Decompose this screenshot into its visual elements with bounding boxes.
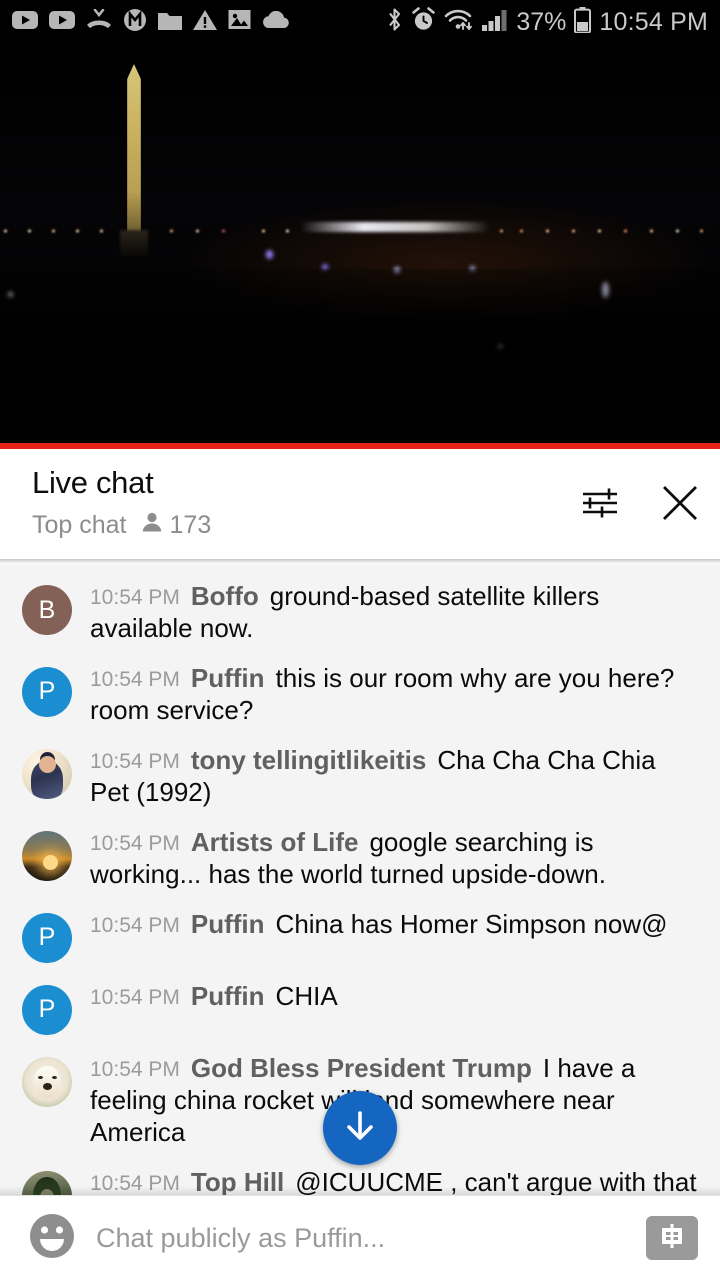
chat-message-body: 10:54 PM Top Hill @ICUUCME , can't argue w… bbox=[72, 1167, 700, 1196]
chat-header-actions bbox=[578, 465, 702, 527]
avatar[interactable]: P bbox=[22, 984, 72, 1035]
wifi-icon bbox=[444, 8, 474, 37]
chat-message[interactable]: P 10:54 PM Puffin China has Homer Simpson … bbox=[0, 900, 720, 972]
page-title: Live chat bbox=[32, 465, 154, 500]
message-timestamp: 10:54 PM bbox=[90, 1171, 180, 1195]
cloud-icon bbox=[262, 10, 290, 34]
close-icon bbox=[659, 482, 701, 529]
chat-message-body: 10:54 PM Puffin China has Homer Simpson no… bbox=[72, 909, 700, 941]
message-timestamp: 10:54 PM bbox=[90, 667, 180, 691]
chat-input[interactable] bbox=[78, 1222, 646, 1254]
avatar[interactable] bbox=[22, 830, 72, 881]
missed-call-icon bbox=[86, 8, 112, 36]
light-point bbox=[266, 250, 273, 259]
status-bar: 37% 10:54 PM bbox=[0, 0, 720, 44]
close-chat-button[interactable] bbox=[658, 483, 702, 527]
image-icon bbox=[228, 9, 251, 35]
washington-monument bbox=[127, 64, 141, 234]
battery-percent-label: 37% bbox=[516, 7, 567, 36]
arrow-down-icon bbox=[338, 1104, 382, 1153]
chat-message-body: 10:54 PM tony tellingitlikeitis Cha Cha Ch… bbox=[72, 745, 700, 809]
message-author[interactable]: Puffin bbox=[191, 663, 265, 693]
message-author[interactable]: Puffin bbox=[191, 981, 265, 1011]
sliders-icon bbox=[579, 482, 621, 529]
avatar[interactable] bbox=[22, 1170, 72, 1196]
message-text: CHIA bbox=[275, 980, 338, 1011]
viewer-count: 173 bbox=[141, 511, 212, 540]
signal-icon bbox=[482, 8, 508, 36]
chat-message[interactable]: P 10:54 PM Puffin CHIA bbox=[0, 972, 720, 1044]
battery-icon bbox=[574, 6, 592, 38]
message-timestamp: 10:54 PM bbox=[90, 985, 180, 1009]
message-timestamp: 10:54 PM bbox=[90, 749, 180, 773]
message-timestamp: 10:54 PM bbox=[90, 586, 180, 609]
avatar[interactable] bbox=[22, 748, 72, 799]
phone-screen: 37% 10:54 PM Live chat Top chat 173 B 10… bbox=[0, 0, 720, 1280]
emoji-button[interactable] bbox=[26, 1212, 78, 1264]
message-author[interactable]: Artists of Life bbox=[191, 827, 359, 857]
bluetooth-icon bbox=[386, 7, 403, 37]
scroll-to-bottom-button[interactable] bbox=[323, 1091, 397, 1165]
chat-composer bbox=[0, 1195, 720, 1280]
video-player[interactable] bbox=[0, 44, 720, 449]
folder-icon bbox=[158, 10, 182, 35]
message-timestamp: 10:54 PM bbox=[90, 831, 180, 855]
youtube-icon bbox=[12, 10, 38, 35]
message-timestamp: 10:54 PM bbox=[90, 1057, 180, 1081]
dollar-bill-icon bbox=[655, 1221, 689, 1256]
avatar-initial: P bbox=[38, 923, 56, 952]
chat-message[interactable]: 10:54 PM tony tellingitlikeitis Cha Cha Ch… bbox=[0, 736, 720, 818]
avatar[interactable]: P bbox=[22, 666, 72, 717]
chat-settings-button[interactable] bbox=[578, 483, 622, 527]
chat-message-body: 10:54 PM Artists of Life google searching … bbox=[72, 827, 700, 891]
person-icon bbox=[141, 511, 163, 540]
chat-message-body: 10:54 PM Puffin this is our room why are y… bbox=[72, 663, 700, 727]
avatar-initial: P bbox=[38, 995, 56, 1024]
avatar-initial: B bbox=[38, 595, 56, 624]
clock-label: 10:54 PM bbox=[599, 7, 708, 36]
emoji-smiley-icon bbox=[27, 1211, 77, 1266]
alarm-icon bbox=[411, 7, 436, 37]
avatar-initial: P bbox=[38, 677, 56, 706]
chat-header-subtitle: Top chat 173 bbox=[32, 511, 578, 540]
distant-city-lights bbox=[300, 222, 490, 232]
viewer-count-label: 173 bbox=[169, 511, 212, 539]
message-author[interactable]: tony tellingitlikeitis bbox=[191, 745, 426, 775]
message-timestamp: 10:54 PM bbox=[90, 913, 180, 937]
status-bar-system-icons: 37% 10:54 PM bbox=[386, 6, 708, 38]
status-bar-notification-icons bbox=[12, 8, 290, 37]
superchat-button[interactable] bbox=[646, 1216, 698, 1260]
avatar[interactable]: P bbox=[22, 912, 72, 963]
warning-triangle-icon bbox=[193, 9, 217, 36]
message-author[interactable]: Boffo bbox=[191, 581, 259, 611]
avatar[interactable]: B bbox=[22, 585, 72, 635]
message-author[interactable]: Puffin bbox=[191, 909, 265, 939]
youtube-icon bbox=[49, 10, 75, 35]
message-text: @ICUUCME , can't argue with that bbox=[295, 1166, 697, 1196]
foreground-shadow bbox=[0, 269, 720, 449]
chat-mode-label[interactable]: Top chat bbox=[32, 511, 127, 540]
chat-message-body: 10:54 PM Boffo ground-based satellite kill… bbox=[72, 581, 700, 645]
chat-message[interactable]: P 10:54 PM Puffin this is our room why are… bbox=[0, 654, 720, 736]
circled-m-icon bbox=[123, 8, 147, 37]
message-author[interactable]: God Bless President Trump bbox=[191, 1053, 532, 1083]
chat-message-body: 10:54 PM Puffin CHIA bbox=[72, 981, 700, 1013]
message-text: China has Homer Simpson now@ bbox=[275, 908, 668, 939]
live-chat-header: Live chat Top chat 173 bbox=[0, 449, 720, 564]
avatar[interactable] bbox=[22, 1056, 72, 1107]
message-author[interactable]: Top Hill bbox=[191, 1167, 284, 1196]
chat-message[interactable]: 10:54 PM Artists of Life google searching … bbox=[0, 818, 720, 900]
chat-message[interactable]: B 10:54 PM Boffo ground-based satellite ki… bbox=[0, 572, 720, 654]
chat-header-texts: Live chat Top chat 173 bbox=[32, 465, 578, 540]
